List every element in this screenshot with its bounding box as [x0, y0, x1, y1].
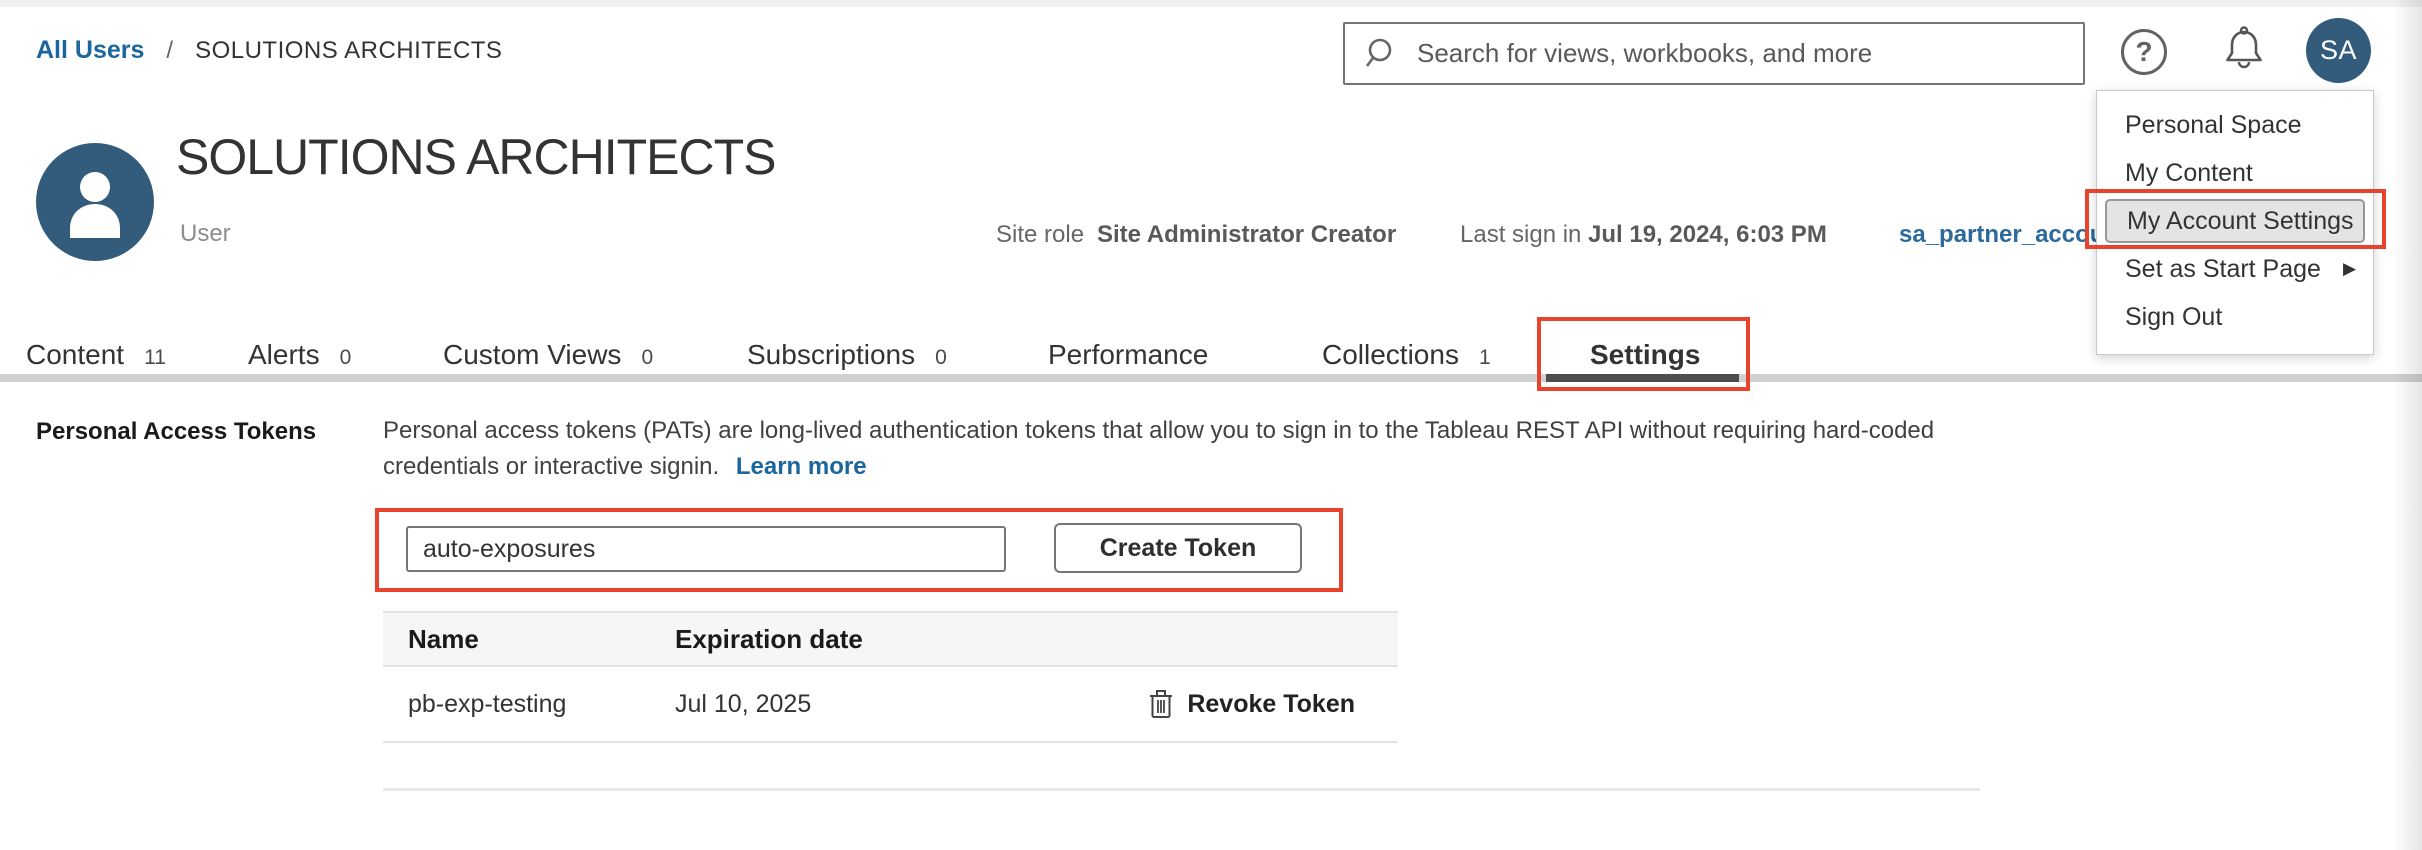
- tab-content[interactable]: Content 11: [26, 339, 166, 371]
- tab-label: Alerts: [248, 339, 320, 371]
- submenu-arrow-icon: ▶: [2343, 259, 2356, 279]
- breadcrumb-all-users-link[interactable]: All Users: [36, 36, 144, 65]
- help-button[interactable]: ?: [2118, 26, 2170, 78]
- tab-settings[interactable]: Settings: [1590, 339, 1700, 371]
- tab-label: Subscriptions: [747, 339, 915, 371]
- column-header-name: Name: [383, 624, 675, 655]
- pat-description: Personal access tokens (PATs) are long-l…: [383, 413, 1983, 485]
- window-right-edge: [2392, 0, 2422, 850]
- breadcrumb-separator: /: [166, 37, 173, 65]
- tab-count: 11: [144, 346, 166, 370]
- account-avatar-button[interactable]: SA: [2306, 18, 2371, 83]
- tab-subscriptions[interactable]: Subscriptions 0: [747, 339, 947, 371]
- menu-item-set-as-start-page[interactable]: Set as Start Page ▶: [2097, 245, 2373, 293]
- token-expiration-cell: Jul 10, 2025: [675, 690, 1055, 719]
- section-divider: [383, 788, 1980, 791]
- tab-custom-views[interactable]: Custom Views 0: [443, 339, 653, 371]
- tab-settings-active-indicator: [1546, 374, 1739, 382]
- profile-type-label: User: [180, 220, 231, 248]
- profile-avatar: [36, 143, 154, 261]
- token-name-cell: pb-exp-testing: [383, 690, 675, 719]
- my-account-settings-focus-pill: My Account Settings: [2105, 199, 2365, 243]
- menu-item-my-content[interactable]: My Content: [2097, 149, 2373, 197]
- last-sign-in-value: Jul 19, 2024, 6:03 PM: [1588, 221, 1827, 249]
- token-name-input[interactable]: [406, 526, 1006, 572]
- tab-label: Settings: [1590, 339, 1700, 371]
- window-top-edge: [0, 0, 2422, 7]
- revoke-token-label: Revoke Token: [1187, 690, 1355, 719]
- table-row: pb-exp-testing Jul 10, 2025 Revoke Token: [383, 667, 1398, 743]
- token-table: Name Expiration date pb-exp-testing Jul …: [383, 611, 1398, 743]
- trash-icon: [1149, 689, 1173, 719]
- tab-count: 1: [1479, 346, 1491, 370]
- create-token-button[interactable]: Create Token: [1054, 523, 1302, 573]
- breadcrumb: All Users / SOLUTIONS ARCHITECTS: [36, 36, 502, 65]
- tab-alerts[interactable]: Alerts 0: [248, 339, 351, 371]
- menu-item-sign-out[interactable]: Sign Out: [2097, 293, 2373, 341]
- tab-label: Content: [26, 339, 124, 371]
- page: All Users / SOLUTIONS ARCHITECTS ? SA Pe…: [0, 0, 2422, 850]
- breadcrumb-current: SOLUTIONS ARCHITECTS: [195, 37, 502, 65]
- avatar-initials: SA: [2320, 35, 2357, 66]
- search-box[interactable]: [1343, 22, 2085, 85]
- menu-item-my-account-settings[interactable]: My Account Settings: [2097, 197, 2373, 245]
- pat-section-heading: Personal Access Tokens: [36, 418, 316, 446]
- last-sign-in-label: Last sign in: [1460, 221, 1581, 249]
- revoke-token-button[interactable]: Revoke Token: [1149, 689, 1355, 719]
- account-username-link[interactable]: sa_partner_accou: [1899, 221, 2104, 249]
- tab-performance[interactable]: Performance: [1048, 339, 1208, 371]
- tab-label: Collections: [1322, 339, 1459, 371]
- notifications-button[interactable]: [2216, 22, 2272, 78]
- page-title: SOLUTIONS ARCHITECTS: [176, 128, 776, 186]
- site-role-label: Site role: [996, 221, 1084, 249]
- tab-count: 0: [641, 346, 653, 370]
- bell-icon: [2218, 24, 2270, 76]
- user-avatar-icon: [36, 143, 154, 261]
- tab-count: 0: [935, 346, 947, 370]
- tab-collections[interactable]: Collections 1: [1322, 339, 1491, 371]
- column-header-expiration: Expiration date: [675, 624, 1055, 655]
- token-table-header: Name Expiration date: [383, 611, 1398, 667]
- tab-count: 0: [340, 346, 352, 370]
- set-as-start-page-label: Set as Start Page: [2125, 255, 2321, 284]
- learn-more-link[interactable]: Learn more: [736, 453, 867, 480]
- search-input[interactable]: [1417, 38, 2065, 69]
- pat-description-text: Personal access tokens (PATs) are long-l…: [383, 417, 1934, 480]
- help-icon: ?: [2121, 29, 2167, 75]
- account-menu: Personal Space My Content My Account Set…: [2096, 90, 2374, 355]
- search-icon: [1363, 36, 1399, 72]
- tab-label: Performance: [1048, 339, 1208, 371]
- menu-item-personal-space[interactable]: Personal Space: [2097, 101, 2373, 149]
- tabs-underline-bar: [0, 374, 2422, 382]
- tab-label: Custom Views: [443, 339, 621, 371]
- site-role-value: Site Administrator Creator: [1097, 221, 1396, 249]
